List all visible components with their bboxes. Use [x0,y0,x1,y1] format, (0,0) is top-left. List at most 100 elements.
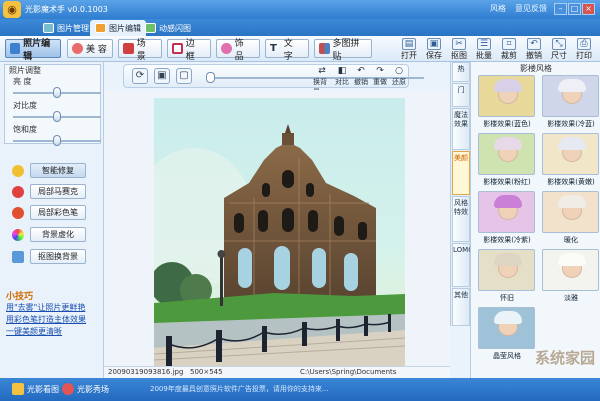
baby-hat-image [494,195,522,208]
viewer-logo-icon [12,383,24,395]
image-canvas[interactable] [104,90,450,366]
tab-hot[interactable]: 热 [452,62,470,82]
contrast-slider[interactable] [13,111,101,122]
change-bg-button[interactable]: ⇄ 换背景 [313,66,331,96]
compare-button[interactable]: ◧ 对比 [333,66,351,86]
text-icon: T [270,43,277,54]
slider-knob[interactable] [53,135,61,146]
fit-screen-icon[interactable]: ▣ [154,68,170,84]
tab-magic[interactable]: 魔法效果 [452,108,470,150]
news-ticker[interactable]: 2009年度最具创意照片软件广告投票，请用你的支持来... [150,384,329,394]
cat-collage[interactable]: 多图拼贴 [314,39,372,62]
blur-icon [12,229,24,241]
cat-scene[interactable]: 场 景 [118,39,162,62]
cutout-button[interactable]: ✂ 抠图 [447,37,471,61]
tip-link[interactable]: 用彩色笔打造主体效果 [6,314,86,325]
bottom-bar: 光影看图 光影秀场 2009年度最具创意照片软件广告投票，请用你的支持来... [0,378,600,401]
smart-repair-button[interactable]: 智能修复 [30,163,86,178]
rotate-icon[interactable]: ⟳ [132,68,148,84]
tip-link[interactable]: 用"去雾"让照片更鲜艳 [6,302,85,313]
action-label: 打开 [401,51,417,60]
tip-link[interactable]: 一键美颜更清晰 [6,326,62,337]
tab-lomo[interactable]: LOMO [452,243,474,287]
tips-title: 小技巧 [6,292,34,302]
effect-thumbnail[interactable] [478,307,535,349]
tool-label: 对比 [335,78,349,86]
menu-feedback[interactable]: 意见反馈 [515,3,547,14]
cutout-icon: ✂ [452,38,466,50]
folder-icon [43,23,54,33]
cat-label: 饰 品 [234,38,244,62]
adjust-title: 照片调整 [9,66,41,75]
resize-button[interactable]: ⤡ 尺寸 [547,37,571,61]
bottom-link-show[interactable]: 光影秀场 [62,383,109,395]
effect-thumbnail[interactable] [478,249,535,291]
canvas-redo-button[interactable]: ↷ 重做 [371,66,389,86]
tab-image-edit[interactable]: 图片编辑 [90,20,146,36]
actual-size-icon[interactable]: ▢ [176,68,192,84]
print-icon: ⎙ [577,38,591,50]
batch-icon: ☰ [477,38,491,50]
background-blur-button[interactable]: 背景虚化 [30,227,86,242]
canvas-undo-button[interactable]: ↶ 撤销 [352,66,370,86]
tool-label: 撤销 [354,78,368,86]
menu-style[interactable]: 风格 [490,3,506,14]
cat-frame[interactable]: 边 框 [167,39,211,62]
scene-icon [123,43,134,54]
undo-button[interactable]: ↶ 撤销 [522,37,546,61]
heart-mosaic-icon [12,186,24,198]
bottom-link-viewer[interactable]: 光影看图 [12,383,59,395]
effect-thumbnail[interactable] [542,249,599,291]
cat-text[interactable]: T 文 字 [265,39,309,62]
contrast-label: 对比度 [13,101,37,110]
restore-icon: ○ [395,66,403,76]
bottom-link-label: 光影看图 [27,384,59,394]
tab-other[interactable]: 其他 [452,288,470,326]
maximize-icon[interactable]: □ [568,3,581,15]
tab-label: 图片管理 [57,23,89,33]
tab-door[interactable]: 门 [452,83,470,107]
effect-thumbnail[interactable] [542,133,599,175]
photo-adjust-group: 照片调整 亮 度 对比度 饱和度 [4,64,101,146]
color-pen-icon [12,207,24,219]
tab-beauty-effects[interactable]: 美颜 [452,151,470,195]
edited-photo[interactable] [154,98,405,366]
print-button[interactable]: ⎙ 打印 [572,37,596,61]
brightness-slider[interactable] [13,87,101,98]
tab-flash-gif[interactable]: 动感闪图 [140,20,196,36]
replace-bg-icon [12,251,24,263]
app-logo-icon: ◉ [3,1,21,18]
cat-accessory[interactable]: 饰 品 [216,39,260,62]
action-label: 抠图 [451,51,467,60]
effect-thumbnail[interactable] [478,191,535,233]
cutout-bg-button[interactable]: 抠图换背景 [30,249,86,264]
close-icon[interactable]: × [582,3,595,15]
effect-label: 影楼效果(蓝色) [483,120,531,128]
zoom-knob[interactable] [206,72,215,83]
crop-button[interactable]: ⌗ 裁剪 [497,37,521,61]
restore-button[interactable]: ○ 还原 [390,66,408,86]
minimize-icon[interactable]: – [554,3,567,15]
category-toolbar: 照片编辑 美 容 场 景 边 框 饰 品 T 文 字 多图拼贴 ▤ 打开 ▣ 保… [0,36,600,62]
local-color-pen-button[interactable]: 局部彩色笔 [30,205,86,220]
cat-label: 文 字 [283,38,293,62]
batch-button[interactable]: ☰ 批量 [472,37,496,61]
effect-thumbnail[interactable] [542,191,599,233]
effect-thumbnail[interactable] [478,75,535,117]
tab-image-manage[interactable]: 图片管理 [38,20,94,36]
effect-thumbnail[interactable] [542,75,599,117]
cat-beauty[interactable]: 美 容 [67,39,113,58]
effect-label: 怀旧 [500,294,514,302]
local-mosaic-button[interactable]: 局部马赛克 [30,184,86,199]
open-button[interactable]: ▤ 打开 [397,37,421,61]
cat-photo-edit[interactable]: 照片编辑 [5,39,61,62]
slider-knob[interactable] [53,87,61,98]
slider-knob[interactable] [53,111,61,122]
tab-style-effects[interactable]: 风格特效 [452,196,470,242]
effect-label: 淡雅 [564,294,578,302]
baby-hat-image [494,253,522,266]
effect-thumbnail[interactable] [478,133,535,175]
saturation-slider[interactable] [13,135,101,146]
effect-label: 影楼效果(冷蓝) [547,120,595,128]
save-button[interactable]: ▣ 保存 [422,37,446,61]
